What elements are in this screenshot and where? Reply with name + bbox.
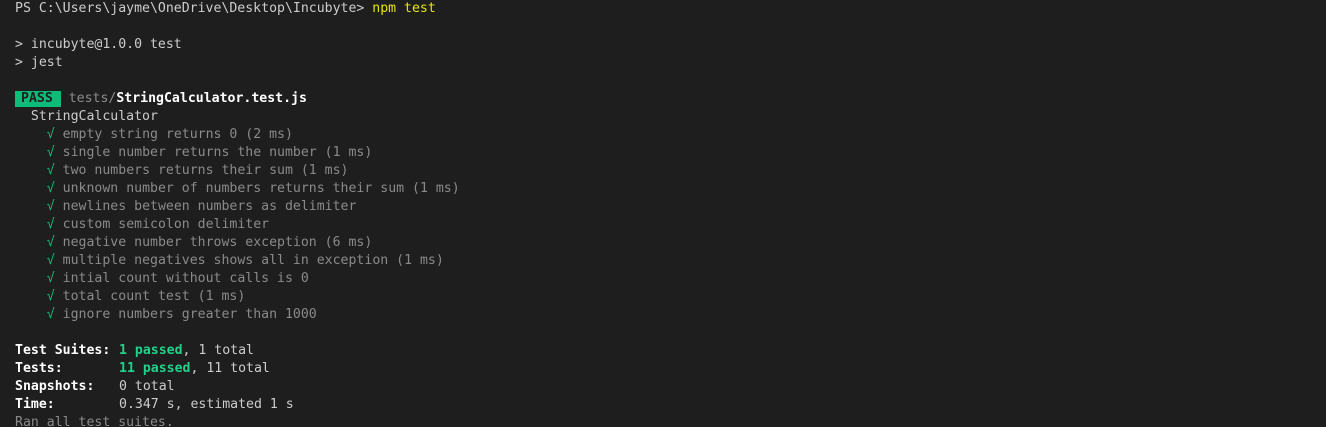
test-result-row: √ negative number throws exception (6 ms…	[15, 234, 1326, 252]
tests-label: Tests:	[15, 361, 63, 376]
test-result-row: √ two numbers returns their sum (1 ms)	[15, 162, 1326, 180]
suite-name: StringCalculator	[15, 108, 1326, 126]
test-list: √ empty string returns 0 (2 ms) √ single…	[15, 126, 1326, 324]
script-line: > jest	[15, 55, 63, 70]
tests-passed: 11 passed	[119, 361, 191, 376]
test-result-row: √ intial count without calls is 0	[15, 270, 1326, 288]
test-result-row: √ single number returns the number (1 ms…	[15, 144, 1326, 162]
test-name: intial count without calls is 0	[62, 271, 309, 286]
test-file-dir: tests/	[68, 91, 117, 106]
suites-label: Test Suites:	[15, 343, 111, 358]
checkmark-icon: √	[46, 235, 55, 250]
test-name: ignore numbers greater than 1000	[62, 307, 317, 322]
summary-suites: Test Suites: 1 passed, 1 total	[15, 342, 1326, 360]
checkmark-icon: √	[46, 253, 55, 268]
test-name: empty string returns 0 (2 ms)	[62, 127, 293, 142]
prompt-path: PS C:\Users\jayme\OneDrive\Desktop\Incub…	[15, 1, 373, 16]
summary-tests: Tests: 11 passed, 11 total	[15, 360, 1326, 378]
test-name: multiple negatives shows all in exceptio…	[62, 253, 444, 268]
checkmark-icon: √	[46, 181, 55, 196]
ran-all-line: Ran all test suites.	[15, 415, 174, 426]
test-name: custom semicolon delimiter	[62, 217, 270, 232]
tests-total: , 11 total	[190, 361, 270, 376]
checkmark-icon: √	[46, 163, 55, 178]
test-result-row: √ ignore numbers greater than 1000	[15, 306, 1326, 324]
test-name: negative number throws exception (6 ms)	[62, 235, 373, 250]
checkmark-icon: √	[46, 271, 55, 286]
suite-name-text: StringCalculator	[30, 109, 158, 124]
summary-snapshots: Snapshots: 0 total	[15, 378, 1326, 396]
summary-time: Time: 0.347 s, estimated 1 s	[15, 396, 1326, 414]
test-result-row: √ empty string returns 0 (2 ms)	[15, 126, 1326, 144]
result-line: PASS tests/StringCalculator.test.js	[15, 90, 1326, 108]
checkmark-icon: √	[46, 289, 55, 304]
suites-total: , 1 total	[182, 343, 254, 358]
test-name: two numbers returns their sum (1 ms)	[62, 163, 349, 178]
test-result-row: √ custom semicolon delimiter	[15, 216, 1326, 234]
snapshots-label: Snapshots:	[15, 379, 95, 394]
snapshots-value: 0 total	[119, 379, 175, 394]
script-line: > incubyte@1.0.0 test	[15, 37, 182, 52]
checkmark-icon: √	[46, 217, 55, 232]
time-value: 0.347 s, estimated 1 s	[119, 397, 294, 412]
test-result-row: √ total count test (1 ms)	[15, 288, 1326, 306]
checkmark-icon: √	[46, 199, 55, 214]
test-name: unknown number of numbers returns their …	[62, 181, 460, 196]
test-name: newlines between numbers as delimiter	[62, 199, 357, 214]
test-name: total count test (1 ms)	[62, 289, 246, 304]
suites-passed: 1 passed	[119, 343, 183, 358]
time-label: Time:	[15, 397, 55, 412]
test-result-row: √ multiple negatives shows all in except…	[15, 252, 1326, 270]
test-result-row: √ newlines between numbers as delimiter	[15, 198, 1326, 216]
checkmark-icon: √	[46, 145, 55, 160]
terminal-output[interactable]: PS C:\Users\jayme\OneDrive\Desktop\Incub…	[0, 0, 1326, 427]
checkmark-icon: √	[46, 127, 55, 142]
test-file-name: StringCalculator.test.js	[116, 91, 307, 106]
prompt-line: PS C:\Users\jayme\OneDrive\Desktop\Incub…	[15, 0, 1326, 18]
test-result-row: √ unknown number of numbers returns thei…	[15, 180, 1326, 198]
pass-badge: PASS	[15, 91, 61, 107]
checkmark-icon: √	[46, 307, 55, 322]
prompt-command: npm test	[372, 1, 436, 16]
test-name: single number returns the number (1 ms)	[62, 145, 373, 160]
